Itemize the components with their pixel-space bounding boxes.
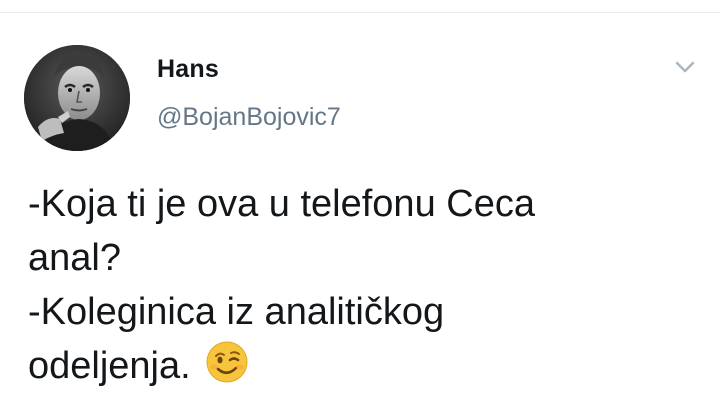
winking-face-icon <box>205 340 249 384</box>
tweet-text-line: -Koleginica iz analitičkog <box>28 291 445 333</box>
author-display-name[interactable]: Hans <box>157 55 219 84</box>
tweet-text-line: anal? <box>28 237 121 279</box>
avatar[interactable] <box>24 45 130 151</box>
tweet-text: -Koja ti je ova u telefonu Ceca anal? -K… <box>28 177 668 393</box>
author-handle[interactable]: @BojanBojovic7 <box>157 103 341 132</box>
tweet-text-line: -Koja ti je ova u telefonu Ceca <box>28 183 535 225</box>
tweet-text-line-last: odeljenja. <box>28 339 668 393</box>
tweet-card[interactable]: Hans @BojanBojovic7 -Koja ti je ova u te… <box>0 13 720 402</box>
tweet-text-line: odeljenja. <box>28 345 191 387</box>
chevron-down-icon[interactable] <box>672 57 698 77</box>
